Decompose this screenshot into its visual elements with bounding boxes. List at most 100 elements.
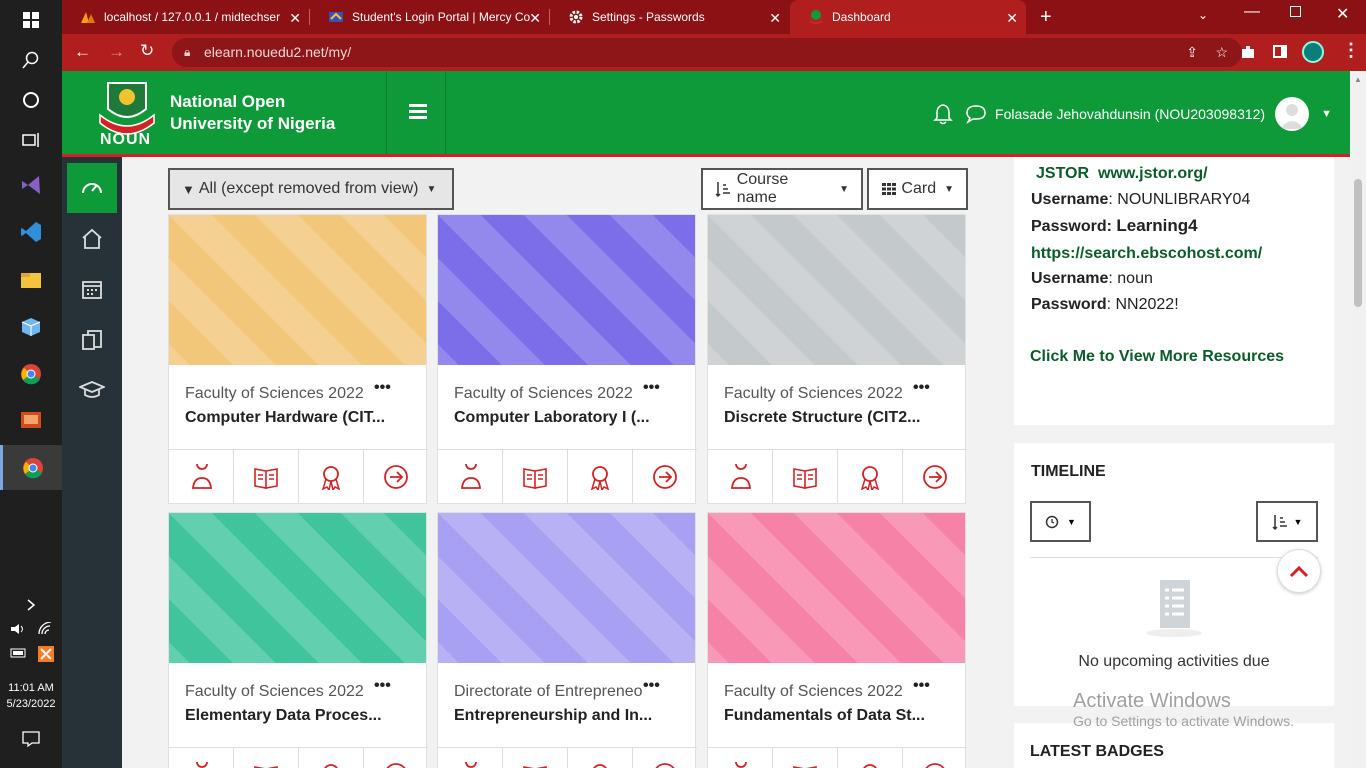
course-menu-icon[interactable]: ••• (643, 677, 660, 695)
course-action-book[interactable] (503, 450, 568, 503)
course-image[interactable] (169, 215, 426, 365)
presentation-icon[interactable] (0, 400, 62, 440)
chevron-up-icon[interactable] (0, 586, 62, 624)
lock-icon[interactable]: 🔒︎ (184, 38, 190, 67)
tab-search-icon[interactable]: ⌄ (1198, 8, 1208, 22)
course-action-badge[interactable] (299, 748, 364, 768)
course-card[interactable]: Faculty of Sciences 2022 ••• Computer Hard… (168, 214, 428, 504)
close-tab-icon[interactable]: ✕ (289, 10, 301, 27)
back-icon[interactable]: ← (74, 42, 91, 62)
course-menu-icon[interactable]: ••• (913, 677, 930, 695)
jstor-url-link[interactable]: www.jstor.org/ (1098, 165, 1208, 182)
minimize-icon[interactable]: — (1244, 3, 1260, 21)
course-action-book[interactable] (234, 450, 299, 503)
sort-dropdown[interactable]: Course name ▼ (701, 168, 863, 210)
windows-start-icon[interactable] (0, 0, 62, 40)
xampp-icon[interactable] (38, 646, 54, 662)
chrome-icon[interactable] (0, 354, 62, 394)
vscode-icon[interactable] (0, 212, 62, 252)
course-action-badge[interactable] (299, 450, 364, 503)
task-view-icon[interactable] (0, 120, 62, 160)
course-action-go-to-course[interactable] (903, 450, 967, 503)
scroll-up-icon[interactable]: ▲ (1354, 75, 1362, 84)
sidebar-item-dashboard[interactable] (67, 163, 117, 213)
course-action-badge[interactable] (838, 450, 903, 503)
course-action-book[interactable] (773, 450, 838, 503)
view-dropdown[interactable]: Card ▼ (867, 168, 968, 210)
user-menu[interactable]: Folasade Jehovahdunsin (NOU203098312) ▼ (933, 97, 1332, 131)
course-action-go-to-course[interactable] (633, 748, 697, 768)
site-logo[interactable]: NOUN National Open University of Nigeria (62, 71, 387, 154)
hamburger-menu-icon[interactable] (407, 101, 429, 121)
profile-avatar[interactable] (1302, 41, 1324, 63)
back-to-top-button[interactable] (1277, 549, 1321, 593)
course-image[interactable] (708, 215, 965, 365)
course-name-link[interactable]: Fundamentals of Data St... (724, 707, 925, 725)
course-action-participants[interactable] (169, 450, 234, 503)
course-card[interactable]: Faculty of Sciences 2022 ••• Discrete Stru… (707, 214, 967, 504)
course-name-link[interactable]: Entrepreneurship and In... (454, 707, 652, 725)
close-tab-icon[interactable]: ✕ (1006, 10, 1018, 27)
share-icon[interactable]: ⇪ (1186, 38, 1198, 67)
sidebar-item-home[interactable] (67, 214, 117, 264)
course-action-participants[interactable] (708, 748, 773, 768)
tab-dashboard[interactable]: Dashboard ✕ (790, 0, 1026, 34)
course-action-participants[interactable] (708, 450, 773, 503)
course-action-participants[interactable] (169, 748, 234, 768)
course-action-badge[interactable] (568, 748, 633, 768)
visual-studio-icon[interactable] (0, 165, 62, 205)
course-card[interactable]: Faculty of Sciences 2022 ••• Computer Labo… (437, 214, 697, 504)
reload-icon[interactable]: ↻ (140, 41, 154, 61)
course-action-go-to-course[interactable] (903, 748, 967, 768)
course-menu-icon[interactable]: ••• (643, 379, 660, 397)
timeline-filter-dropdown[interactable]: ▼ (1030, 501, 1091, 542)
chrome-menu-icon[interactable]: ⋮ (1342, 40, 1360, 60)
address-bar[interactable]: 🔒︎ elearn.nouedu2.net/my/ ⇪ ☆ (172, 38, 1242, 67)
bell-icon[interactable] (933, 103, 953, 125)
battery-icon[interactable] (10, 646, 28, 660)
page-scrollbar[interactable]: ▲ (1350, 71, 1366, 768)
chevron-down-icon[interactable]: ▼ (1321, 108, 1332, 120)
side-panel-icon[interactable] (1273, 45, 1287, 58)
course-card[interactable]: Faculty of Sciences 2022 ••• Elementary Da… (168, 512, 428, 768)
notification-icon[interactable] (0, 720, 62, 758)
taskbar-clock[interactable]: 11:01 AM 5/23/2022 (0, 680, 62, 712)
course-name-link[interactable]: Elementary Data Proces... (185, 707, 382, 725)
course-menu-icon[interactable]: ••• (374, 677, 391, 695)
course-action-go-to-course[interactable] (633, 450, 697, 503)
course-name-link[interactable]: Computer Hardware (CIT... (185, 409, 385, 427)
tab-settings-passwords[interactable]: Settings - Passwords ✕ (550, 0, 789, 34)
bookmark-star-icon[interactable]: ☆ (1215, 38, 1228, 67)
ebsco-url-link[interactable]: https://search.ebscohost.com/ (1031, 245, 1262, 263)
course-card[interactable]: Faculty of Sciences 2022 ••• Fundamentals … (707, 512, 967, 768)
course-action-book[interactable] (503, 748, 568, 768)
more-resources-link[interactable]: Click Me to View More Resources (1030, 348, 1284, 366)
course-image[interactable] (438, 215, 695, 365)
user-avatar[interactable] (1275, 97, 1310, 131)
sidebar-item-my-courses[interactable] (67, 365, 117, 415)
restore-icon[interactable] (1290, 6, 1301, 17)
wifi-icon[interactable] (38, 622, 54, 636)
new-tab-button[interactable]: + (1040, 6, 1052, 29)
course-action-participants[interactable] (438, 450, 503, 503)
course-action-book[interactable] (773, 748, 838, 768)
course-menu-icon[interactable]: ••• (374, 379, 391, 397)
course-action-participants[interactable] (438, 748, 503, 768)
course-card[interactable]: Directorate of Entrepreneo ••• Entrepreneu… (437, 512, 697, 768)
tab-phpmyadmin[interactable]: localhost / 127.0.0.1 / midtechser ✕ (62, 0, 309, 34)
course-action-go-to-course[interactable] (364, 450, 428, 503)
file-explorer-icon[interactable] (0, 260, 62, 300)
course-name-link[interactable]: Discrete Structure (CIT2... (724, 409, 921, 427)
course-action-book[interactable] (234, 748, 299, 768)
timeline-sort-dropdown[interactable]: ▼ (1256, 501, 1318, 542)
speaker-icon[interactable] (10, 622, 26, 636)
scroll-thumb[interactable] (1354, 179, 1362, 307)
course-image[interactable] (708, 513, 965, 663)
tab-student-portal[interactable]: Student's Login Portal | Mercy Co ✕ (310, 0, 549, 34)
close-tab-icon[interactable]: ✕ (529, 10, 541, 27)
extensions-icon[interactable] (1239, 43, 1257, 61)
grouping-dropdown[interactable]: ▼ All (except removed from view) ▼ (168, 168, 454, 210)
sidebar-item-files[interactable] (67, 315, 117, 365)
close-window-icon[interactable]: ✕ (1336, 4, 1349, 24)
close-tab-icon[interactable]: ✕ (769, 10, 781, 27)
